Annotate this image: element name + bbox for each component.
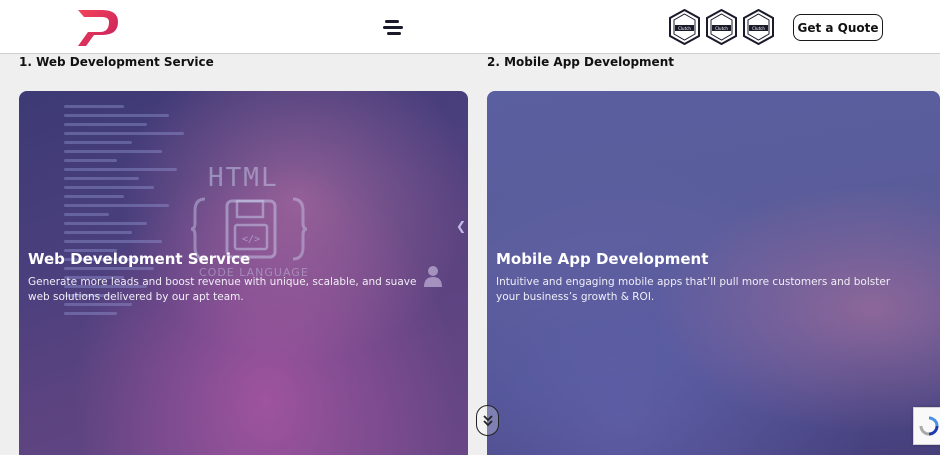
svg-text:</>: </> [242,234,260,245]
hamburger-menu-icon[interactable] [382,17,404,37]
p-logo-icon[interactable] [76,8,120,48]
svg-text:Clutch: Clutch [752,26,765,31]
clutch-badges: Clutch Clutch Clutch [668,9,775,45]
clutch-badge-icon: Clutch [743,9,774,45]
html-overlay-text: HTML [208,163,279,193]
mobile-app-development-card[interactable]: Mobile App Development Intuitive and eng… [487,91,940,455]
double-chevron-down-icon [482,414,493,426]
card-title: Mobile App Development [496,250,709,268]
svg-text:Clutch: Clutch [678,26,691,31]
chevron-left-icon: ❮ [456,219,467,233]
section-heading-mobile-app: 2. Mobile App Development [487,55,674,69]
svg-text:Clutch: Clutch [715,26,728,31]
section-heading-web-dev: 1. Web Development Service [19,55,214,69]
clutch-badge-icon: Clutch [669,9,700,45]
get-a-quote-button[interactable]: Get a Quote [793,14,883,41]
card-description: Generate more leads and boost revenue wi… [28,276,417,303]
card-description: Intuitive and engaging mobile apps that’… [496,276,891,303]
site-header: Clutch Clutch Clutch Get a Quote [0,0,940,54]
recaptcha-icon [919,416,939,436]
recaptcha-badge[interactable] [913,407,940,445]
card-title: Web Development Service [28,250,251,268]
scroll-down-button[interactable] [476,405,499,436]
clutch-badge-icon: Clutch [706,9,737,45]
web-development-card[interactable]: HTML </> CODE LANGUAGE ❮ Web Development… [19,91,468,455]
